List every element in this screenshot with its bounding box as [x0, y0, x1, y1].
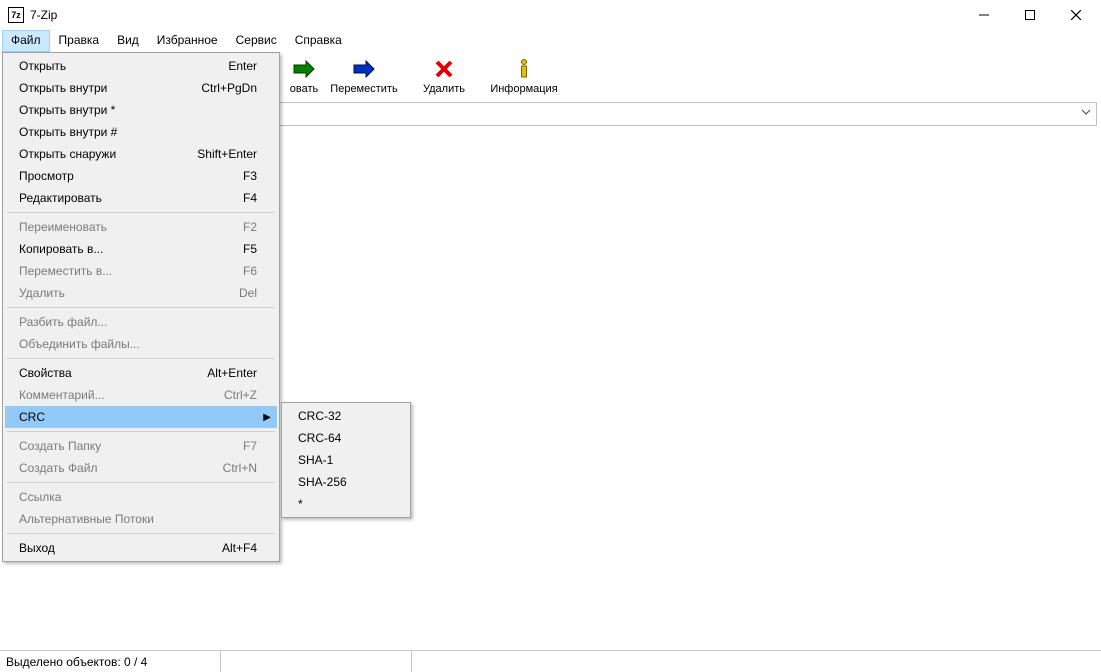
- info-icon: [516, 57, 532, 81]
- crc-all[interactable]: *: [284, 493, 408, 515]
- crc-32[interactable]: CRC-32: [284, 405, 408, 427]
- toolbar-info-label: Информация: [490, 83, 557, 95]
- arrow-right-icon: [292, 57, 316, 81]
- menu-file[interactable]: Файл: [2, 30, 50, 52]
- menu-create-file: Создать ФайлCtrl+N: [5, 457, 277, 479]
- menu-exit[interactable]: ВыходAlt+F4: [5, 537, 277, 559]
- sha-1[interactable]: SHA-1: [284, 449, 408, 471]
- menu-delete: УдалитьDel: [5, 282, 277, 304]
- menubar: Файл Правка Вид Избранное Сервис Справка: [0, 30, 1101, 52]
- toolbar-move[interactable]: Переместить: [324, 57, 404, 95]
- menu-link: Ссылка: [5, 486, 277, 508]
- file-menu-dropdown: ОткрытьEnter Открыть внутриCtrl+PgDn Отк…: [2, 52, 280, 562]
- sha-256[interactable]: SHA-256: [284, 471, 408, 493]
- crc-64[interactable]: CRC-64: [284, 427, 408, 449]
- menu-comment: Комментарий...Ctrl+Z: [5, 384, 277, 406]
- menu-open-inside[interactable]: Открыть внутриCtrl+PgDn: [5, 77, 277, 99]
- menu-properties[interactable]: СвойстваAlt+Enter: [5, 362, 277, 384]
- menu-create-folder: Создать ПапкуF7: [5, 435, 277, 457]
- menu-move-to: Переместить в...F6: [5, 260, 277, 282]
- menu-view[interactable]: ПросмотрF3: [5, 165, 277, 187]
- window-title: 7-Zip: [30, 8, 57, 22]
- menu-edit[interactable]: Правка: [50, 30, 109, 52]
- titlebar: 7z 7-Zip: [0, 0, 1101, 30]
- menu-open-inside-hash[interactable]: Открыть внутри #: [5, 121, 277, 143]
- menu-view[interactable]: Вид: [108, 30, 148, 52]
- maximize-button[interactable]: [1007, 0, 1053, 30]
- menu-open-inside-star[interactable]: Открыть внутри *: [5, 99, 277, 121]
- status-cell-2: [221, 651, 411, 672]
- app-icon: 7z: [8, 7, 24, 23]
- submenu-arrow-icon: ▶: [263, 412, 271, 423]
- delete-x-icon: [435, 57, 453, 81]
- toolbar-delete[interactable]: Удалить: [404, 57, 484, 95]
- menu-copy-to[interactable]: Копировать в...F5: [5, 238, 277, 260]
- menu-crc[interactable]: CRC▶: [5, 406, 277, 428]
- menu-split: Разбить файл...: [5, 311, 277, 333]
- toolbar-delete-label: Удалить: [423, 83, 465, 95]
- menu-favorites[interactable]: Избранное: [148, 30, 227, 52]
- status-selected: Выделено объектов: 0 / 4: [0, 651, 220, 672]
- menu-open-outside[interactable]: Открыть снаружиShift+Enter: [5, 143, 277, 165]
- crc-submenu: CRC-32 CRC-64 SHA-1 SHA-256 *: [281, 402, 411, 518]
- arrow-right-blue-icon: [352, 57, 376, 81]
- toolbar-move-label: Переместить: [330, 83, 397, 95]
- menu-help[interactable]: Справка: [286, 30, 351, 52]
- close-button[interactable]: [1053, 0, 1099, 30]
- menu-combine: Объединить файлы...: [5, 333, 277, 355]
- toolbar-copy-label: овать: [290, 83, 318, 95]
- minimize-button[interactable]: [961, 0, 1007, 30]
- toolbar-info[interactable]: Информация: [484, 57, 564, 95]
- menu-rename: ПереименоватьF2: [5, 216, 277, 238]
- menu-alt-streams: Альтернативные Потоки: [5, 508, 277, 530]
- menu-tools[interactable]: Сервис: [227, 30, 286, 52]
- chevron-down-icon[interactable]: [1080, 106, 1092, 121]
- toolbar-copy[interactable]: овать: [284, 57, 324, 95]
- status-cell-3: [412, 651, 1101, 672]
- statusbar: Выделено объектов: 0 / 4: [0, 650, 1101, 672]
- menu-edit[interactable]: РедактироватьF4: [5, 187, 277, 209]
- menu-open[interactable]: ОткрытьEnter: [5, 55, 277, 77]
